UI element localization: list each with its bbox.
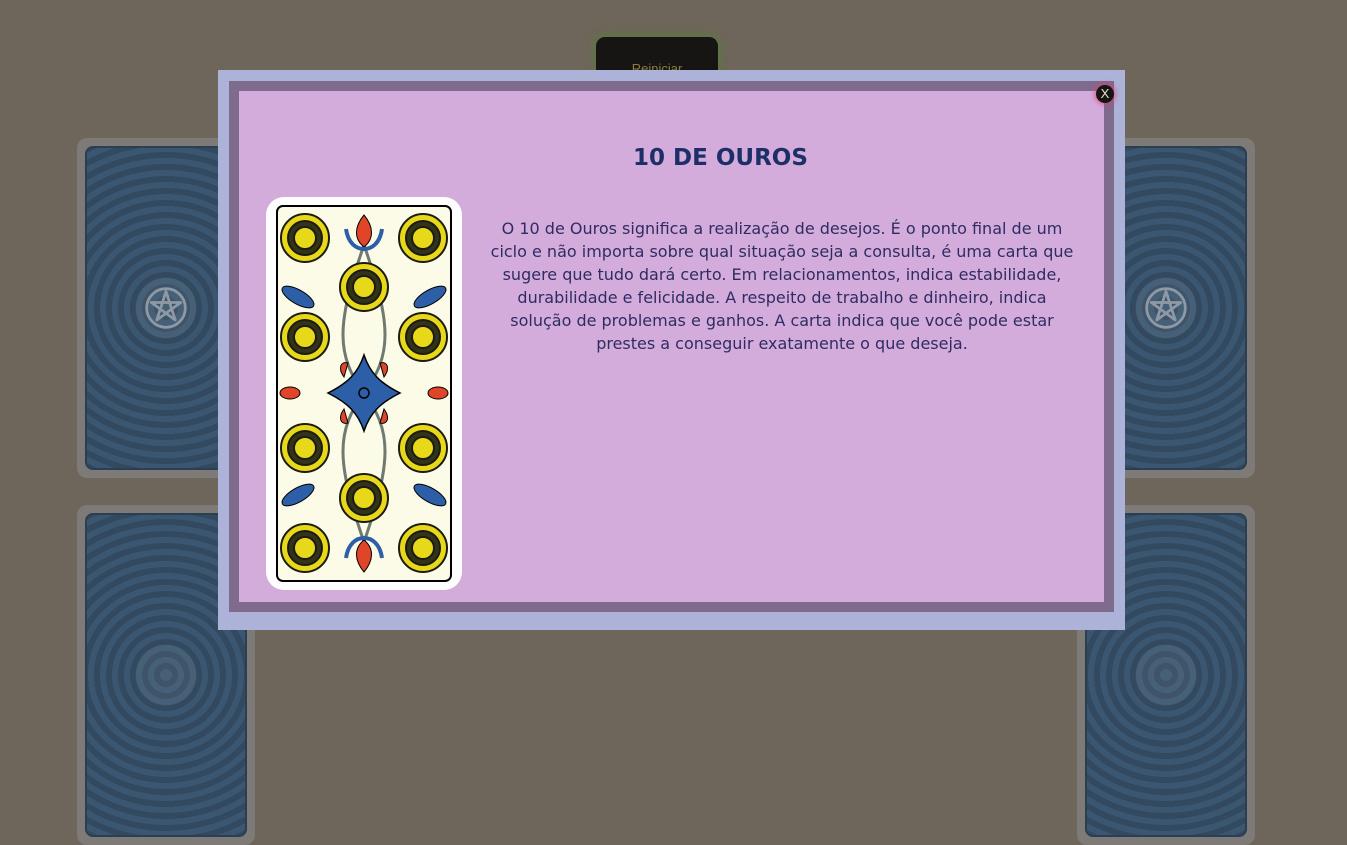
modal-frame: 10 DE OUROS O 10 de Ouros significa a re… <box>229 81 1114 612</box>
card-description: O 10 de Ouros significa a realização de … <box>490 219 1074 353</box>
ten-of-coins-card <box>276 205 452 582</box>
card-detail-modal: 10 DE OUROS O 10 de Ouros significa a re… <box>218 70 1125 630</box>
pentagram-icon <box>1145 287 1187 329</box>
tarot-card-image <box>266 197 462 590</box>
modal-panel: 10 DE OUROS O 10 de Ouros significa a re… <box>239 91 1104 602</box>
close-button[interactable]: X <box>1096 85 1114 103</box>
card-title: 10 DE OUROS <box>633 145 808 171</box>
pentagram-icon <box>145 287 187 329</box>
